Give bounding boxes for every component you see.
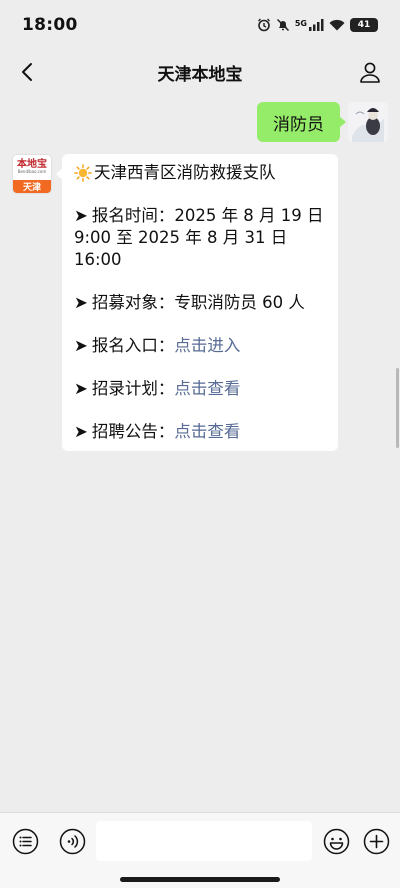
menu-button[interactable] (11, 827, 39, 855)
recruit-plan-link[interactable]: 点击查看 (174, 379, 240, 398)
line-label: 报名时间： (91, 206, 175, 225)
emoji-icon (323, 828, 349, 854)
message-line-signup-entry: ➤ 报名入口：点击进入 (74, 335, 328, 357)
battery-indicator: 41 (350, 18, 378, 32)
list-menu-icon (12, 828, 38, 854)
voice-icon (59, 828, 85, 854)
person-icon (360, 62, 380, 83)
line-label: 报名入口： (91, 336, 175, 355)
emoji-button[interactable] (322, 827, 350, 855)
scrollbar-thumb[interactable] (396, 368, 399, 448)
chevron-left-icon (22, 63, 32, 81)
nav-bar: 天津本地宝 (0, 50, 400, 94)
outgoing-message-row: 消防员 (257, 102, 388, 142)
voice-button[interactable] (58, 827, 86, 855)
arrow-icon: ➤ (74, 336, 88, 355)
arrow-icon: ➤ (74, 206, 88, 225)
recruit-notice-link[interactable]: 点击查看 (174, 422, 240, 441)
message-line-recruit-target: ➤ 招募对象：专职消防员 60 人 (74, 292, 328, 314)
bot-avatar[interactable]: 本地宝 Bendibao.com 天津 (12, 154, 52, 194)
plus-icon (363, 828, 389, 854)
line-value: 专职消防员 60 人 (174, 293, 305, 312)
line-label: 招录计划： (91, 379, 175, 398)
input-bar (0, 812, 400, 888)
line-label: 招聘公告： (91, 422, 175, 441)
arrow-icon: ➤ (74, 293, 88, 312)
message-input[interactable] (96, 821, 312, 861)
incoming-message-bubble[interactable]: 天津西青区消防救援支队 ➤ 报名时间：2025 年 8 月 19 日 9:00 至… (56, 154, 338, 451)
plus-button[interactable] (362, 827, 390, 855)
alarm-icon (257, 18, 270, 32)
wifi-icon (329, 19, 345, 31)
message-line-signup-time: ➤ 报名时间：2025 年 8 月 19 日 9:00 至 2025 年 8 月 … (74, 205, 328, 271)
mute-bell-icon (276, 18, 289, 32)
user-avatar[interactable] (348, 102, 388, 142)
home-indicator[interactable] (120, 877, 280, 882)
bot-avatar-city: 天津 (13, 180, 51, 193)
network-type-label: 5G (294, 19, 307, 28)
message-title: 天津西青区消防救援支队 (74, 162, 328, 184)
status-bar: 18:00 5G 41 (0, 0, 400, 50)
outgoing-message-text: 消防员 (273, 114, 324, 135)
signup-entry-link[interactable]: 点击进入 (174, 336, 240, 355)
status-time: 18:00 (22, 15, 78, 35)
message-title-text: 天津西青区消防救援支队 (94, 163, 276, 182)
page-title: 天津本地宝 (157, 64, 243, 85)
incoming-message-row: 本地宝 Bendibao.com 天津 天津西青区消防救援支队 ➤ 报名时间：20… (12, 154, 338, 451)
bot-avatar-domain: Bendibao.com (17, 169, 47, 175)
message-line-recruit-notice: ➤ 招聘公告：点击查看 (74, 421, 328, 443)
bot-avatar-logo: 本地宝 Bendibao.com (13, 155, 51, 180)
back-button[interactable] (14, 59, 40, 85)
user-avatar-image (348, 102, 388, 142)
line-label: 招募对象： (91, 293, 175, 312)
signal-icon (309, 19, 324, 31)
sun-icon (74, 164, 92, 182)
arrow-icon: ➤ (74, 422, 88, 441)
message-line-recruit-plan: ➤ 招录计划：点击查看 (74, 378, 328, 400)
profile-button[interactable] (356, 58, 384, 86)
status-icons: 5G 41 (257, 18, 378, 32)
arrow-icon: ➤ (74, 379, 88, 398)
outgoing-message-bubble[interactable]: 消防员 (257, 102, 346, 142)
